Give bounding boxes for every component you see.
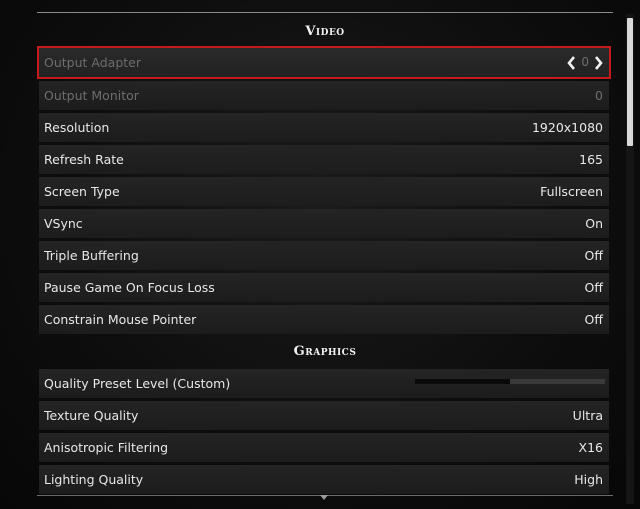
setting-value: 0 — [595, 88, 603, 103]
section-header-graphics: Graphics — [293, 344, 357, 359]
setting-label: Texture Quality — [44, 408, 139, 423]
setting-value: Off — [584, 280, 603, 295]
setting-row-vsync[interactable]: VSync On — [39, 209, 609, 238]
value-selector: 0 — [567, 48, 603, 77]
quality-preset-slider-fill — [415, 379, 510, 384]
setting-label: Anisotropic Filtering — [44, 440, 169, 455]
setting-label: Output Adapter — [44, 55, 141, 70]
setting-row-lighting-quality[interactable]: Lighting Quality High — [39, 465, 609, 494]
setting-row-anisotropic-filtering[interactable]: Anisotropic Filtering X16 — [39, 433, 609, 462]
chevron-left-icon[interactable] — [567, 55, 576, 70]
setting-row-triple-buffering[interactable]: Triple Buffering Off — [39, 241, 609, 270]
setting-row-output-monitor[interactable]: Output Monitor 0 — [39, 81, 609, 110]
setting-value: On — [585, 216, 603, 231]
setting-value: Off — [584, 248, 603, 263]
setting-value: Fullscreen — [540, 184, 603, 199]
setting-value: X16 — [578, 440, 603, 455]
setting-value: High — [574, 472, 603, 487]
divider — [37, 12, 613, 13]
setting-label: Pause Game On Focus Loss — [44, 280, 215, 295]
setting-value: Ultra — [572, 408, 603, 423]
setting-row-resolution[interactable]: Resolution 1920x1080 — [39, 113, 609, 142]
settings-panel: Video Output Adapter 0 Output Monitor 0 … — [37, 0, 613, 509]
chevron-down-icon — [320, 495, 328, 500]
setting-label: VSync — [44, 216, 83, 231]
setting-label: Output Monitor — [44, 88, 139, 103]
scrollbar-thumb[interactable] — [627, 18, 633, 146]
setting-label: Lighting Quality — [44, 472, 144, 487]
setting-value: 1920x1080 — [531, 120, 603, 135]
setting-row-texture-quality[interactable]: Texture Quality Ultra — [39, 401, 609, 430]
chevron-right-icon[interactable] — [594, 55, 603, 70]
setting-row-refresh-rate[interactable]: Refresh Rate 165 — [39, 145, 609, 174]
setting-row-constrain-mouse-pointer[interactable]: Constrain Mouse Pointer Off — [39, 305, 609, 334]
setting-value: 0 — [581, 55, 589, 69]
setting-value: Off — [584, 312, 603, 327]
quality-preset-slider[interactable] — [415, 379, 605, 384]
setting-row-pause-game-on-focus-loss[interactable]: Pause Game On Focus Loss Off — [39, 273, 609, 302]
setting-label: Resolution — [44, 120, 110, 135]
setting-label: Refresh Rate — [44, 152, 124, 167]
setting-label: Quality Preset Level (Custom) — [44, 376, 231, 391]
setting-row-output-adapter[interactable]: Output Adapter 0 — [37, 46, 611, 79]
setting-row-screen-type[interactable]: Screen Type Fullscreen — [39, 177, 609, 206]
setting-row-quality-preset-level[interactable]: Quality Preset Level (Custom) — [39, 369, 609, 398]
setting-value: 165 — [579, 152, 603, 167]
setting-label: Triple Buffering — [44, 248, 139, 263]
setting-label: Constrain Mouse Pointer — [44, 312, 197, 327]
section-header-video: Video — [305, 24, 345, 39]
setting-label: Screen Type — [44, 184, 120, 199]
